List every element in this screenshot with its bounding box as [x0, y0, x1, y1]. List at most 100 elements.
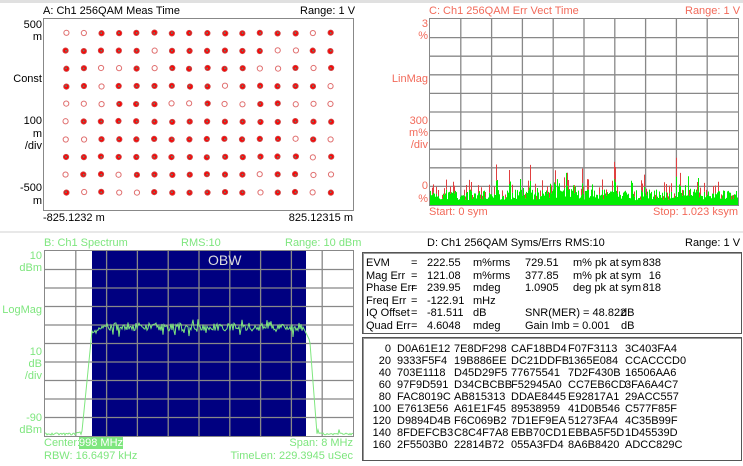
- symbol-index: 40: [378, 367, 391, 379]
- constellation-point-center: [188, 173, 191, 176]
- symbol-index: 60: [378, 379, 391, 391]
- symbol-index: 80: [378, 391, 391, 403]
- symbol-word: 51273FA4: [568, 415, 619, 427]
- spectrum-plot[interactable]: OBW: [44, 250, 354, 437]
- constellation-point-center: [135, 120, 138, 123]
- constellation-point: [256, 65, 263, 72]
- constellation-point-center: [117, 102, 120, 105]
- constellation-point-center: [153, 191, 156, 194]
- constellation-point-center: [276, 32, 279, 34]
- symbol-word: 7E8DF298: [454, 343, 507, 355]
- constellation-point-center: [206, 155, 209, 158]
- constellation-point-center: [329, 191, 332, 194]
- metric-cell: dB: [621, 319, 635, 332]
- scale-label: 100: [23, 115, 42, 127]
- constellation-point: [310, 100, 317, 107]
- symbol-word: 3C403FA4: [625, 343, 677, 355]
- symbol-word: FAC8019C: [397, 391, 451, 403]
- metric-cell: m% pk at: [573, 257, 619, 269]
- constellation-point-center: [65, 155, 67, 158]
- center-label: Center:: [44, 437, 81, 449]
- symbol-row: 120 D9894D4B F6C069B2 7D1EF9EA 51273FA4 4C35B…: [363, 415, 741, 427]
- constellation-point-center: [170, 67, 173, 70]
- constellation-point-center: [276, 120, 279, 123]
- symbol-word: CAF18BD4: [511, 343, 567, 355]
- constellation-point-center: [276, 85, 279, 88]
- constellation-point-center: [276, 102, 279, 105]
- center-value[interactable]: 998 MHz: [79, 437, 124, 449]
- constellation-point-center: [170, 173, 173, 176]
- constellation-point-center: [82, 173, 85, 176]
- constellation-point-center: [135, 138, 138, 141]
- metric-cell: deg pk at: [573, 282, 619, 294]
- constellation-point: [115, 65, 123, 72]
- constellation-point-center: [312, 120, 315, 123]
- constellation-point: [116, 189, 123, 196]
- symbol-word: E92817A1: [568, 391, 620, 403]
- symbol-row: 20 9333F5F4 19B886EE DC21DDFB 1365E084 CCACCC…: [363, 355, 741, 367]
- symbol-word: 8FDEFCB3: [397, 427, 454, 439]
- constellation-point-center: [170, 155, 173, 158]
- symbol-index: 120: [372, 415, 391, 427]
- symbol-word: C577F85F: [625, 403, 677, 415]
- symbol-word: 16506AA6: [625, 367, 677, 379]
- constellation-point-center: [188, 155, 191, 158]
- constellation-point-center: [153, 120, 156, 123]
- symbol-word: 3FA6A4C7: [625, 379, 679, 391]
- metric-cell: sym: [621, 257, 642, 269]
- constellation-point: [327, 171, 335, 178]
- obw-label: OBW: [208, 252, 242, 268]
- metric-cell: Gain Imb = 0.001: [525, 319, 610, 332]
- constellation-point-center: [241, 32, 244, 34]
- error-vector-plot[interactable]: [429, 18, 739, 206]
- symbol-word: D0A61E12: [397, 343, 451, 355]
- symbol-word: 2F5503B0: [397, 439, 448, 451]
- scale-label: 300: [409, 115, 428, 127]
- scale-label: 10: [29, 346, 42, 358]
- constellation-point-center: [82, 49, 85, 52]
- metric-cell: 838: [642, 257, 661, 269]
- metric-cell: =: [411, 307, 418, 319]
- constellation-point: [292, 135, 299, 142]
- constellation-point: [309, 154, 316, 161]
- metric-cell: 729.51: [525, 257, 559, 269]
- constellation-point-center: [117, 120, 120, 123]
- constellation-point-center: [223, 155, 226, 158]
- symbol-word: 19B886EE: [454, 355, 507, 367]
- constellation-point-center: [241, 85, 244, 88]
- constellation-point: [309, 29, 316, 37]
- symbol-row: 60 97F9D591 D34CBCBB F52945A0 CC7EB6CD 3FA6A4…: [363, 379, 741, 391]
- y-bottom-unit: %: [418, 193, 428, 205]
- constellation-plot[interactable]: [43, 18, 354, 211]
- panel-b-range: Range: 10 dBm: [285, 237, 362, 249]
- x-start-label: -825.1232 m: [43, 212, 105, 224]
- constellation-point-center: [170, 85, 173, 88]
- constellation-point-center: [276, 173, 279, 176]
- metric-cell: m%rms: [473, 269, 511, 282]
- constellation-point-center: [276, 191, 279, 194]
- metric-cell: m%rms: [473, 257, 511, 269]
- constellation-point-center: [65, 85, 67, 88]
- symbol-word: CCACCCD0: [625, 355, 687, 367]
- stop-label: Stop: 1.023 ksym: [653, 206, 738, 218]
- constellation-point-center: [223, 191, 226, 194]
- metric-cell: SNR(MER) = 48.822: [525, 307, 627, 319]
- constellation-point-center: [206, 191, 209, 194]
- constellation-point-center: [206, 173, 209, 176]
- constellation-point: [81, 188, 88, 196]
- constellation-point-center: [135, 173, 138, 176]
- metric-cell: sym: [621, 269, 642, 282]
- x-stop-label: 825.12315 m: [288, 212, 353, 224]
- symbol-row: 100 E7613E56 A61E1F45 89538959 41D0B546 C577F…: [363, 403, 741, 415]
- constellation-point-center: [135, 85, 138, 88]
- constellation-point-center: [117, 85, 120, 88]
- constellation-point-center: [206, 49, 209, 52]
- constellation-point-center: [188, 191, 191, 194]
- constellation-point-center: [294, 191, 297, 194]
- constellation-point: [274, 47, 281, 54]
- constellation-point-center: [241, 49, 244, 52]
- constellation-point: [115, 171, 122, 178]
- panel-b-title: B: Ch1 Spectrum: [44, 237, 128, 249]
- format-label: Const: [13, 73, 42, 85]
- format-label: LogMag: [2, 304, 42, 316]
